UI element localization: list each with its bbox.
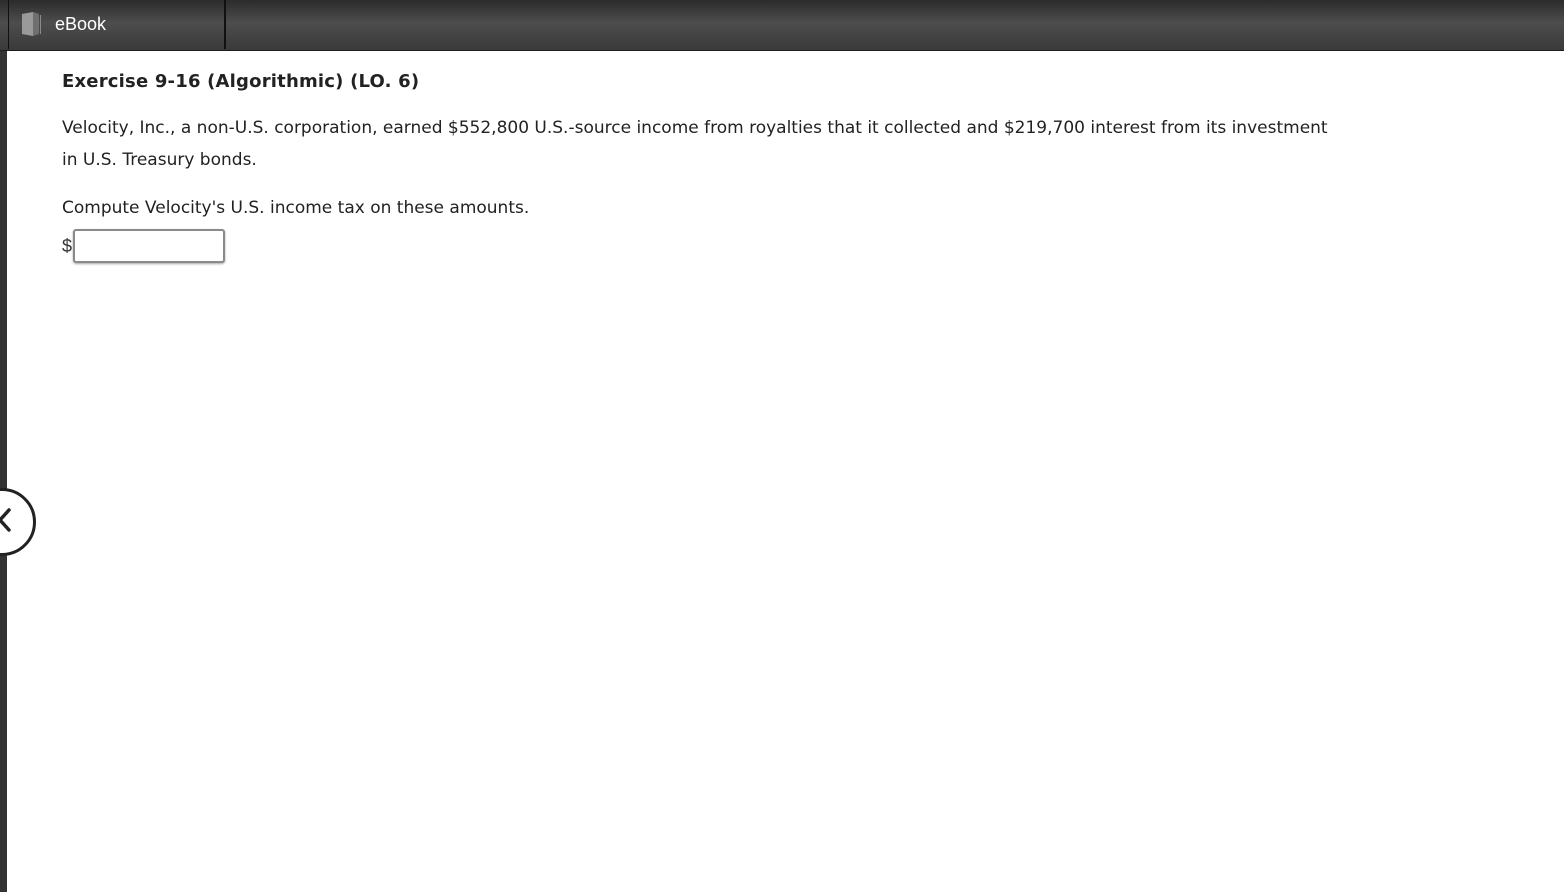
exercise-question: Compute Velocity's U.S. income tax on th… (62, 198, 530, 218)
top-toolbar: eBook (0, 0, 1564, 51)
book-icon (20, 11, 42, 37)
exercise-description: Velocity, Inc., a non-U.S. corporation, … (62, 118, 1328, 170)
exercise-title: Exercise 9-16 (Algorithmic) (LO. 6) (62, 71, 420, 92)
answer-row: $ (62, 228, 1332, 264)
exercise-content: Exercise 9-16 (Algorithmic) (LO. 6) Velo… (62, 68, 1332, 264)
ebook-tab-label: eBook (55, 14, 107, 34)
previous-button[interactable] (0, 488, 36, 556)
currency-symbol: $ (62, 235, 73, 256)
chevron-left-icon (0, 508, 11, 532)
answer-input[interactable] (73, 229, 226, 263)
ebook-tab[interactable]: eBook (8, 0, 226, 49)
left-rail (0, 0, 7, 892)
